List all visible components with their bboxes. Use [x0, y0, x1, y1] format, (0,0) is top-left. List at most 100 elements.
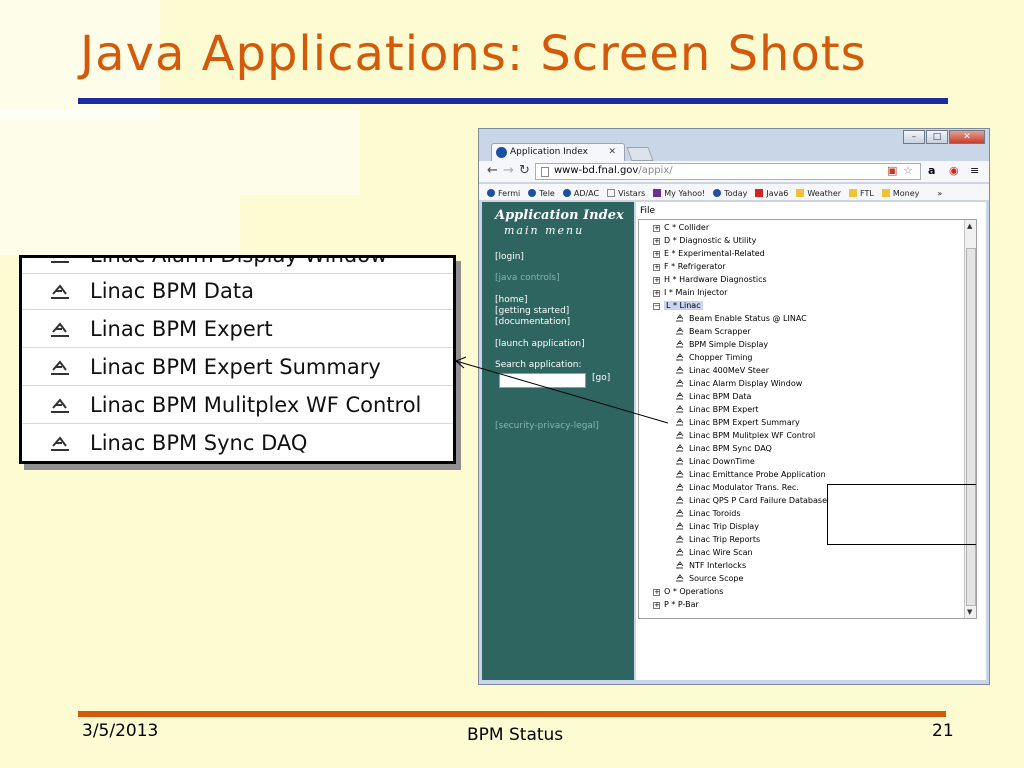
tree-item[interactable]: Linac Trip Display — [675, 521, 759, 533]
bookmark-adac[interactable]: AD/AC — [562, 186, 599, 200]
expand-icon[interactable]: + — [653, 225, 660, 232]
tree-item[interactable]: Linac BPM Sync DAQ — [675, 443, 772, 455]
tree-category[interactable]: − L * Linac — [653, 300, 703, 312]
sidebar-security-privacy-legal[interactable]: [security-privacy-legal] — [495, 421, 599, 431]
bookmark-vistars[interactable]: Vistars — [607, 186, 645, 200]
scroll-down-icon[interactable]: ▼ — [967, 608, 972, 616]
tree-item[interactable]: Linac Wire Scan — [675, 547, 753, 559]
bookmark-my-yahoo[interactable]: My Yahoo! — [653, 186, 705, 200]
tree-item[interactable]: Linac Emittance Probe Application — [675, 469, 826, 481]
close-window-button[interactable]: ✕ — [949, 130, 985, 144]
forward-icon[interactable]: → — [503, 163, 514, 178]
tree-item[interactable]: Linac QPS P Card Failure Database — [675, 495, 827, 507]
tree-category[interactable]: + H * Hardware Diagnostics — [653, 274, 767, 286]
bookmark-fermi[interactable]: Fermi — [487, 186, 520, 200]
tree-item[interactable]: Beam Enable Status @ LINAC — [675, 313, 807, 325]
sidebar-documentation[interactable]: [documentation] — [495, 317, 570, 327]
tree-item[interactable]: Linac DownTime — [675, 456, 755, 468]
sidebar-java-controls[interactable]: [java controls] — [495, 273, 560, 283]
menu-icon[interactable]: ≡ — [970, 164, 979, 177]
search-input[interactable] — [499, 373, 586, 388]
tree-item[interactable]: Chopper Timing — [675, 352, 753, 364]
star-icon[interactable]: ☆ — [903, 164, 913, 177]
amazon-icon[interactable]: a — [928, 164, 935, 177]
vertical-scrollbar[interactable]: ▲ ▼ — [964, 220, 976, 618]
tree-category[interactable]: + O * Operations — [653, 586, 723, 598]
bookmark-java6[interactable]: Java6 — [755, 186, 788, 200]
java-app-icon — [51, 359, 69, 375]
tree-item[interactable]: Beam Scrapper — [675, 326, 751, 338]
bookmarks-bar: Fermi Tele AD/AC Vistars My Yahoo! Today… — [479, 184, 989, 201]
tree-item-label: Linac 400MeV Steer — [689, 366, 770, 375]
tree-category[interactable]: + D * Diagnostic & Utility — [653, 235, 756, 247]
sidebar-home[interactable]: [home] — [495, 295, 528, 305]
bookmark-ftl[interactable]: FTL — [849, 186, 874, 200]
tree-item-label: Beam Scrapper — [689, 327, 751, 336]
tree-item[interactable]: Linac BPM Expert Summary — [675, 417, 800, 429]
sidebar-title: Application Index — [495, 208, 624, 223]
sidebar-subtitle: main menu — [504, 224, 585, 237]
expand-icon[interactable]: + — [653, 251, 660, 258]
expand-icon[interactable]: + — [653, 602, 660, 609]
java-app-icon — [676, 418, 684, 426]
search-go-button[interactable]: [go] — [592, 373, 610, 383]
tree-category[interactable]: + F * Refrigerator — [653, 261, 726, 273]
collapse-icon[interactable]: − — [653, 303, 660, 310]
expand-icon[interactable]: + — [653, 238, 660, 245]
tree-item-label: Linac BPM Sync DAQ — [689, 444, 772, 453]
tree-item[interactable]: Linac Modulator Trans. Rec. — [675, 482, 799, 494]
callout-item[interactable]: Linac BPM Mulitplex WF Control — [22, 386, 453, 424]
scroll-thumb[interactable] — [966, 248, 976, 606]
scroll-up-icon[interactable]: ▲ — [967, 222, 972, 230]
callout-item[interactable]: Linac BPM Sync DAQ — [22, 424, 453, 461]
java-app-icon — [676, 405, 684, 413]
tree-category[interactable]: + I * Main Injector — [653, 287, 727, 299]
file-menu[interactable]: File — [640, 206, 655, 216]
background-shape — [0, 195, 240, 255]
folder-icon — [849, 189, 858, 197]
sidebar-getting-started[interactable]: [getting started] — [495, 306, 569, 316]
bookmark-money[interactable]: Money — [881, 186, 919, 200]
tree-item[interactable]: Linac Trip Reports — [675, 534, 760, 546]
tree-item[interactable]: Source Scope — [675, 573, 743, 585]
java-app-icon — [676, 496, 684, 504]
tree-item[interactable]: Linac 400MeV Steer — [675, 365, 769, 377]
fermilab-icon — [713, 189, 722, 197]
tree-item[interactable]: Linac BPM Data — [675, 391, 751, 403]
java-app-icon — [676, 561, 684, 569]
expand-icon[interactable]: + — [653, 277, 660, 284]
expand-icon[interactable]: + — [653, 589, 660, 596]
url-path: /appix/ — [638, 165, 673, 176]
bookmark-today[interactable]: Today — [713, 186, 747, 200]
tree-category[interactable]: + C * Collider — [653, 222, 709, 234]
tree-item[interactable]: Linac BPM Expert — [675, 404, 759, 416]
new-tab-button[interactable] — [626, 147, 654, 161]
expand-icon[interactable]: + — [653, 290, 660, 297]
sidebar-launch-application[interactable]: [launch application] — [495, 339, 585, 349]
callout-item[interactable]: Linac BPM Expert Summary — [22, 348, 453, 386]
back-icon[interactable]: ← — [487, 163, 498, 178]
extension-icon[interactable]: ▣ — [887, 164, 897, 177]
tree-category[interactable]: + P * P-Bar — [653, 599, 699, 611]
sidebar-login[interactable]: [login] — [495, 252, 524, 262]
tree-item[interactable]: Linac Alarm Display Window — [675, 378, 802, 390]
tree-item[interactable]: BPM Simple Display — [675, 339, 768, 351]
application-tree: ▲ ▼ + C * Collider + D * Diagnostic & Utili… — [638, 219, 977, 619]
bookmarks-more[interactable]: » — [937, 186, 942, 200]
maximize-button[interactable]: □ — [926, 130, 948, 144]
tab-application-index[interactable]: Application Index ✕ — [491, 143, 625, 161]
bookmark-weather[interactable]: Weather — [796, 186, 841, 200]
callout-item[interactable]: Linac BPM Data — [22, 272, 453, 310]
tree-item[interactable]: Linac Toroids — [675, 508, 741, 520]
close-icon[interactable]: ✕ — [608, 147, 616, 157]
address-bar[interactable]: www-bd.fnal.gov/appix/ — [535, 163, 921, 180]
tree-item[interactable]: NTF Interlocks — [675, 560, 746, 572]
bookmark-tele[interactable]: Tele — [528, 186, 555, 200]
tree-category[interactable]: + E * Experimental-Related — [653, 248, 765, 260]
reload-icon[interactable]: ↻ — [519, 163, 530, 178]
java-app-icon — [676, 522, 684, 530]
opera-icon[interactable]: ◉ — [949, 164, 959, 177]
tree-item[interactable]: Linac BPM Mulitplex WF Control — [675, 430, 815, 442]
expand-icon[interactable]: + — [653, 264, 660, 271]
callout-item[interactable]: Linac BPM Expert — [22, 310, 453, 348]
